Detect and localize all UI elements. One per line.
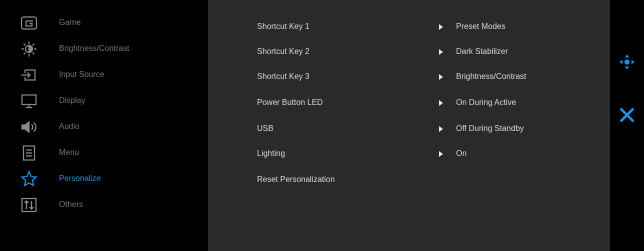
game-icon xyxy=(20,14,38,32)
setting-row-shortcut-key-1[interactable]: Shortcut Key 1 Preset Modes xyxy=(208,16,610,36)
setting-label: Shortcut Key 2 xyxy=(257,47,310,56)
setting-label: USB xyxy=(257,124,274,133)
settings-panel: Shortcut Key 1 Preset Modes Shortcut Key… xyxy=(208,0,610,251)
setting-label: Lighting xyxy=(257,149,286,158)
sidebar-item-label: Brightness/Contrast xyxy=(59,44,130,53)
others-icon xyxy=(20,196,38,214)
setting-value: Preset Modes xyxy=(456,22,506,31)
setting-row-reset-personalization[interactable]: Reset Personalization xyxy=(208,169,610,189)
sidebar-item-brightness-contrast[interactable]: Brightness/Contrast xyxy=(0,36,208,62)
setting-value: On xyxy=(456,149,467,158)
sidebar-item-label: Display xyxy=(59,96,86,105)
arrow-right-icon xyxy=(439,126,443,132)
menu-icon xyxy=(20,144,38,162)
arrow-right-icon xyxy=(439,24,443,30)
setting-label: Reset Personalization xyxy=(257,175,335,184)
setting-row-shortcut-key-2[interactable]: Shortcut Key 2 Dark Stabilizer xyxy=(208,41,610,61)
sidebar-item-menu[interactable]: Menu xyxy=(0,140,208,166)
arrow-right-icon xyxy=(439,151,443,157)
audio-icon xyxy=(20,118,38,136)
sidebar-item-game[interactable]: Game xyxy=(0,10,208,36)
sidebar-item-input-source[interactable]: Input Source xyxy=(0,62,208,88)
sidebar-item-label: Others xyxy=(59,200,84,209)
arrow-right-icon xyxy=(439,100,443,106)
setting-label: Shortcut Key 1 xyxy=(257,22,310,31)
joystick-navigate-icon[interactable] xyxy=(618,53,636,71)
sidebar-item-label: Audio xyxy=(59,122,80,131)
sidebar: Game Brightness/Contrast Input Source Di… xyxy=(0,10,208,218)
setting-row-power-button-led[interactable]: Power Button LED On During Active xyxy=(208,92,610,112)
sidebar-item-others[interactable]: Others xyxy=(0,192,208,218)
setting-value: Dark Stabilizer xyxy=(456,47,509,56)
sidebar-item-label: Input Source xyxy=(59,70,105,79)
arrow-right-icon xyxy=(439,74,443,80)
sidebar-item-label: Personalize xyxy=(59,174,101,183)
arrow-right-icon xyxy=(439,49,443,55)
setting-row-shortcut-key-3[interactable]: Shortcut Key 3 Brightness/Contrast xyxy=(208,66,610,86)
star-icon xyxy=(20,170,38,188)
sidebar-item-label: Game xyxy=(59,18,81,27)
sidebar-item-audio[interactable]: Audio xyxy=(0,114,208,140)
setting-label: Power Button LED xyxy=(257,98,323,107)
close-icon[interactable] xyxy=(618,106,636,124)
setting-value: On During Active xyxy=(456,98,517,107)
setting-row-usb[interactable]: USB Off During Standby xyxy=(208,118,610,138)
display-icon xyxy=(20,92,38,110)
setting-row-lighting[interactable]: Lighting On xyxy=(208,143,610,163)
sidebar-item-personalize[interactable]: Personalize xyxy=(0,166,208,192)
sidebar-item-label: Menu xyxy=(59,148,80,157)
setting-label: Shortcut Key 3 xyxy=(257,72,310,81)
brightness-icon xyxy=(20,40,38,58)
setting-value: Brightness/Contrast xyxy=(456,72,527,81)
setting-value: Off During Standby xyxy=(456,124,524,133)
osd-menu: Game Brightness/Contrast Input Source Di… xyxy=(0,0,610,251)
sidebar-item-display[interactable]: Display xyxy=(0,88,208,114)
input-source-icon xyxy=(20,66,38,84)
